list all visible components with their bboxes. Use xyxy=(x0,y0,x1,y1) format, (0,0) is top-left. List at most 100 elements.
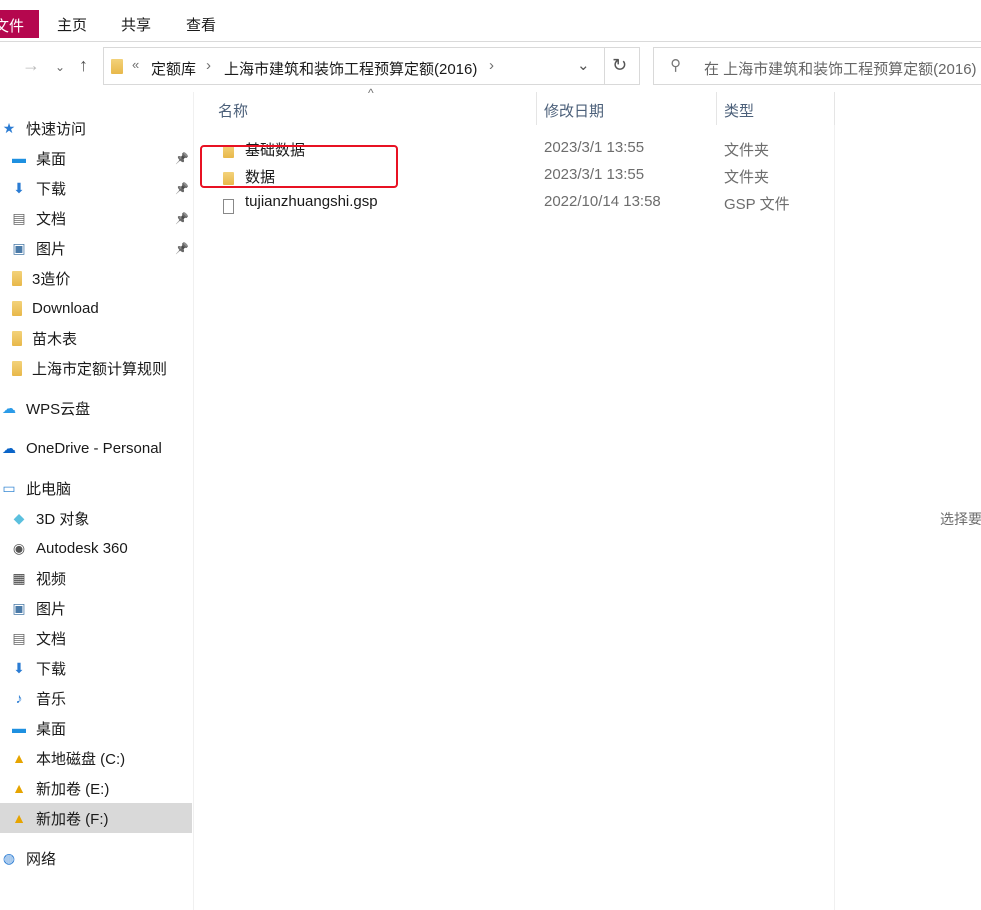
star-icon: ★ xyxy=(2,119,16,136)
pictures-icon: ▣ xyxy=(12,239,26,256)
sidebar-item-label: 新加卷 (E:) xyxy=(36,780,110,798)
sidebar-item-label: WPS云盘 xyxy=(26,400,91,418)
sidebar-item[interactable]: ▲ 新加卷 (E:) xyxy=(0,773,192,803)
file-date: 2023/3/1 13:55 xyxy=(544,166,645,183)
up-button[interactable]: ↑ xyxy=(79,55,88,76)
sidebar-item-label: OneDrive - Personal xyxy=(26,439,162,457)
sidebar-item[interactable]: ▣ 图片 📌 xyxy=(0,233,192,263)
sidebar-item-label: 桌面 xyxy=(36,150,67,168)
file-name: tujianzhuangshi.gsp xyxy=(245,193,378,210)
document-icon: ▤ xyxy=(12,629,26,646)
drive-icon: ▲ xyxy=(12,750,26,766)
column-header-name[interactable]: 名称 xyxy=(218,100,248,121)
drive-icon: ▲ xyxy=(12,810,26,826)
computer-icon: ▭ xyxy=(2,479,16,496)
sidebar-item-label: 新加卷 (F:) xyxy=(36,810,109,828)
onedrive-icon: ☁ xyxy=(2,439,16,456)
desktop-icon: ▬ xyxy=(12,150,26,166)
folder-icon xyxy=(10,300,24,316)
sidebar-item[interactable]: 3造价 xyxy=(0,263,192,293)
sidebar-item[interactable]: 上海市定额计算规则 xyxy=(0,353,192,383)
column-header-type[interactable]: 类型 xyxy=(724,100,754,121)
pin-icon[interactable]: 📌 xyxy=(175,152,189,165)
document-icon: ▤ xyxy=(12,209,26,226)
overflow-chevron[interactable]: « xyxy=(132,57,139,72)
sidebar-item[interactable]: ☁ OneDrive - Personal xyxy=(0,433,192,463)
sidebar-item[interactable]: ★ 快速访问 xyxy=(0,113,192,143)
folder-icon xyxy=(10,270,24,286)
sidebar-item-label: 3造价 xyxy=(32,270,71,288)
video-icon: ▦ xyxy=(12,569,26,586)
desktop-icon: ▬ xyxy=(12,720,26,736)
sort-ascending-icon: ^ xyxy=(368,86,374,100)
recent-dropdown-button[interactable]: ⌄ xyxy=(55,60,65,74)
address-bar[interactable]: « 定额库 › 上海市建筑和装饰工程预算定额(2016) › ⌄ ↻ xyxy=(103,47,640,85)
3d-objects-icon: ◆ xyxy=(13,509,25,526)
chevron-right-icon[interactable]: › xyxy=(206,57,211,74)
search-box[interactable]: ⚲ 在 上海市建筑和装饰工程预算定额(2016) xyxy=(653,47,981,85)
sidebar-item[interactable]: ♪ 音乐 xyxy=(0,683,192,713)
network-icon: ◍ xyxy=(2,849,16,866)
ribbon-divider xyxy=(0,41,981,42)
sidebar-item-label: 下载 xyxy=(36,660,67,678)
folder-icon xyxy=(10,360,24,376)
music-icon: ♪ xyxy=(15,690,23,706)
file-date: 2023/3/1 13:55 xyxy=(544,139,645,156)
sidebar-item-label: Autodesk 360 xyxy=(36,539,128,557)
sidebar-item[interactable]: ▬ 桌面 📌 xyxy=(0,143,192,173)
sidebar-item-label: 上海市定额计算规则 xyxy=(32,360,168,378)
sidebar-item-label: 文档 xyxy=(36,210,67,228)
sidebar-item-label: 桌面 xyxy=(36,720,67,738)
sidebar-item[interactable]: ⬇ 下载 📌 xyxy=(0,173,192,203)
sidebar-item-label: 快速访问 xyxy=(26,120,87,138)
sidebar-item[interactable]: ▲ 新加卷 (F:) xyxy=(0,803,192,833)
tab-home[interactable]: 主页 xyxy=(57,14,87,35)
tab-view[interactable]: 查看 xyxy=(186,14,216,35)
sidebar-item[interactable]: ▤ 文档 📌 xyxy=(0,203,192,233)
sidebar-item-label: 图片 xyxy=(36,600,67,618)
breadcrumb-0[interactable]: 定额库 xyxy=(151,58,196,79)
drive-icon: ▲ xyxy=(12,780,26,796)
breadcrumb-1[interactable]: 上海市建筑和装饰工程预算定额(2016) xyxy=(224,58,477,79)
sidebar-item-label: 3D 对象 xyxy=(36,510,90,528)
tab-share[interactable]: 共享 xyxy=(121,14,151,35)
sidebar-item[interactable]: ▤ 文档 xyxy=(0,623,192,653)
column-header-date[interactable]: 修改日期 xyxy=(544,100,604,121)
sidebar-item[interactable]: Download xyxy=(0,293,192,323)
sidebar-item-label: 此电脑 xyxy=(26,480,72,498)
tab-file[interactable]: 文件 xyxy=(0,10,39,38)
sidebar-item-label: 图片 xyxy=(36,240,67,258)
search-icon: ⚲ xyxy=(670,57,681,74)
sidebar-item[interactable]: ▬ 桌面 xyxy=(0,713,192,743)
preview-text: 选择要 xyxy=(940,511,981,527)
sidebar-item[interactable]: ⬇ 下载 xyxy=(0,653,192,683)
sidebar-item[interactable]: ▦ 视频 xyxy=(0,563,192,593)
sidebar-item-label: 本地磁盘 (C:) xyxy=(36,750,126,768)
sidebar-item[interactable]: ☁ WPS云盘 xyxy=(0,393,192,423)
file-row[interactable]: tujianzhuangshi.gsp 2022/10/14 13:58 GSP… xyxy=(200,188,830,215)
address-dropdown-icon[interactable]: ⌄ xyxy=(577,56,590,74)
sidebar-item[interactable]: ▲ 本地磁盘 (C:) xyxy=(0,743,192,773)
forward-button[interactable]: → xyxy=(22,55,40,76)
sidebar-item[interactable]: 苗木表 xyxy=(0,323,192,353)
sidebar-item[interactable]: ▣ 图片 xyxy=(0,593,192,623)
sidebar-item[interactable]: ◆ 3D 对象 xyxy=(0,503,192,533)
sidebar-item-label: 网络 xyxy=(26,850,57,868)
sidebar-item[interactable]: ◉ Autodesk 360 xyxy=(0,533,192,563)
pin-icon[interactable]: 📌 xyxy=(175,182,189,195)
download-icon: ⬇ xyxy=(13,659,25,676)
pictures-icon: ▣ xyxy=(12,599,26,616)
sidebar-item-label: Download xyxy=(32,299,99,317)
sidebar-item[interactable]: ◍ 网络 xyxy=(0,843,192,873)
pin-icon[interactable]: 📌 xyxy=(175,242,189,255)
file-date: 2022/10/14 13:58 xyxy=(544,193,661,210)
sidebar-item-label: 下载 xyxy=(36,180,67,198)
search-placeholder: 在 上海市建筑和装饰工程预算定额(2016) xyxy=(704,61,977,78)
refresh-icon[interactable]: ↻ xyxy=(612,55,627,76)
chevron-right-icon[interactable]: › xyxy=(489,57,494,74)
pin-icon[interactable]: 📌 xyxy=(175,212,189,225)
sidebar-item-label: 文档 xyxy=(36,630,67,648)
sidebar-item-label: 视频 xyxy=(36,570,67,588)
file-type: 文件夹 xyxy=(724,169,770,186)
sidebar-item[interactable]: ▭ 此电脑 xyxy=(0,473,192,503)
